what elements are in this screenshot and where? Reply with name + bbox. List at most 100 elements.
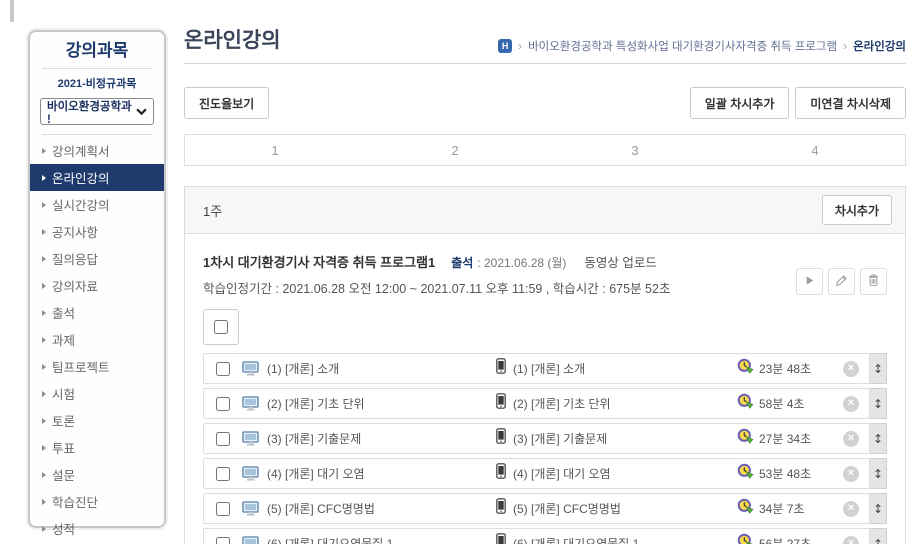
clock-icon [737,428,754,449]
mobile-group: (2) [개론] 기초 단위 [496,393,611,414]
mobile-lecture-title[interactable]: (1) [개론] 소개 [513,360,585,377]
pc-lecture-title[interactable]: (1) [개론] 소개 [267,360,339,377]
sidebar-item[interactable]: 질의응답 [30,245,164,272]
duration-text: 34분 7초 [759,500,804,517]
sidebar-item[interactable]: 토론 [30,407,164,434]
session-checkbox[interactable] [216,397,230,411]
week-page-number[interactable]: 2 [365,135,545,165]
pc-lecture-title[interactable]: (3) [개론] 기출문제 [267,430,361,447]
sidebar-item[interactable]: 성적 [30,515,164,542]
video-upload-label[interactable]: 동영상 업로드 [584,252,656,271]
session-row-box: (3) [개론] 기출문제 (3) [개론] 기출문제 [203,423,870,454]
lecture-actions [796,268,887,295]
drag-handle[interactable]: ↕ [870,458,887,489]
desktop-monitor-icon [242,536,260,544]
clock-icon [737,498,754,519]
week-body: 1차시 대기환경기사 자격증 취득 프로그램1 출석 : 2021.06.28 … [185,234,905,544]
sidebar-item[interactable]: 투표 [30,434,164,461]
unlink-icon[interactable]: × [843,501,859,517]
sidebar-item[interactable]: 시험 [30,380,164,407]
sidebar-item[interactable]: 과제 [30,326,164,353]
unlink-icon[interactable]: × [843,431,859,447]
page-title: 온라인강의 [184,24,281,54]
triangle-bullet-icon [42,175,46,181]
week-pagination: 1 2 3 4 [184,134,906,166]
week-page-number[interactable]: 4 [725,135,905,165]
delete-unlinked-session-button[interactable]: 미연결 차시삭제 [795,87,906,119]
drag-handle[interactable]: ↕ [870,493,887,524]
duration-text: 58분 4초 [759,395,804,412]
session-checkbox[interactable] [216,362,230,376]
learning-period-text: 학습인정기간 : 2021.06.28 오전 12:00 ~ 2021.07.1… [203,278,887,297]
home-icon[interactable]: H [498,39,512,53]
sidebar-item[interactable]: 공지사항 [30,218,164,245]
play-button[interactable] [796,268,823,295]
sidebar-item[interactable]: 강의계획서 [30,137,164,164]
edit-button[interactable] [828,268,855,295]
mobile-lecture-title[interactable]: (6) [개론] 대기오염물질 1 [513,535,639,544]
pc-lecture-title[interactable]: (6) [개론] 대기오염물질 1 [267,535,393,544]
session-row-box: (6) [개론] 대기오염물질 1 (6) [개론] 대기오염물질 1 [203,528,870,544]
sidebar-item-label: 팀프로젝트 [52,357,110,376]
week-section: 1주 차시추가 1차시 대기환경기사 자격증 취득 프로그램1 출석 : 202… [184,186,906,544]
session-checkbox[interactable] [216,502,230,516]
mobile-lecture-title[interactable]: (4) [개론] 대기 오염 [513,465,611,482]
select-all-checkbox[interactable] [214,320,228,334]
breadcrumb-program[interactable]: 바이오환경공학과 특성화사업 대기환경기사자격증 취득 프로그램 [528,38,837,54]
duration-text: 27분 34초 [759,430,811,447]
session-checkbox[interactable] [216,537,230,544]
mobile-lecture-title[interactable]: (2) [개론] 기초 단위 [513,395,611,412]
pc-lecture-title[interactable]: (4) [개론] 대기 오염 [267,465,365,482]
sidebar-item[interactable]: 학습진단 [30,488,164,515]
drag-handle[interactable]: ↕ [870,353,887,384]
drag-handle[interactable]: ↕ [870,423,887,454]
triangle-bullet-icon [42,445,46,451]
sidebar-item-label: 토론 [52,411,75,430]
mobile-group: (1) [개론] 소개 [496,358,585,379]
session-checkbox[interactable] [216,432,230,446]
week-page-number[interactable]: 3 [545,135,725,165]
pc-lecture-title[interactable]: (5) [개론] CFC명명법 [267,500,375,517]
session-checkbox[interactable] [216,467,230,481]
drag-handle[interactable]: ↕ [870,388,887,419]
clock-icon [737,463,754,484]
triangle-bullet-icon [42,472,46,478]
delete-button[interactable] [860,268,887,295]
sidebar-item-label: 실시간강의 [52,195,110,214]
sidebar-item-label: 공지사항 [52,222,98,241]
toolbar: 진도율보기 일괄 차시추가 미연결 차시삭제 [184,87,906,119]
week-page-number[interactable]: 1 [185,135,365,165]
sidebar-item[interactable]: 온라인강의 [30,164,164,191]
mobile-phone-icon [496,358,506,379]
sidebar-item[interactable]: 설문 [30,461,164,488]
clock-icon [737,358,754,379]
triangle-bullet-icon [42,526,46,532]
pc-lecture-title[interactable]: (2) [개론] 기초 단위 [267,395,365,412]
unlink-icon[interactable]: × [843,466,859,482]
sidebar-item[interactable]: 실시간강의 [30,191,164,218]
mobile-lecture-title[interactable]: (3) [개론] 기출문제 [513,430,607,447]
drag-handle[interactable]: ↕ [870,528,887,544]
unlink-icon[interactable]: × [843,361,859,377]
sidebar-item-label: 시험 [52,384,75,403]
clock-icon [737,393,754,414]
sidebar-item[interactable]: 출석 [30,299,164,326]
sidebar-item[interactable]: 팀프로젝트 [30,353,164,380]
mobile-lecture-title[interactable]: (5) [개론] CFC명명법 [513,500,621,517]
session-list: (1) [개론] 소개 (1) [개론] 소개 [203,353,887,544]
progress-view-button[interactable]: 진도율보기 [184,87,269,119]
sidebar-item-label: 질의응답 [52,249,98,268]
sidebar-item[interactable]: 강의자료 [30,272,164,299]
add-session-button[interactable]: 차시추가 [822,195,892,225]
toolbar-right-group: 일괄 차시추가 미연결 차시삭제 [690,87,906,119]
bulk-add-session-button[interactable]: 일괄 차시추가 [690,87,790,119]
session-row: (5) [개론] CFC명명법 (5) [개론] CFC명명법 [203,493,887,524]
mobile-phone-icon [496,393,506,414]
breadcrumb-separator: › [843,39,847,53]
unlink-icon[interactable]: × [843,536,859,544]
department-select[interactable]: 바이오환경공학과 ! [40,98,154,125]
duration-group: 34분 7초 [737,498,804,519]
clock-icon [737,533,754,544]
session-row: (6) [개론] 대기오염물질 1 (6) [개론] 대기오염물질 1 [203,528,887,544]
unlink-icon[interactable]: × [843,396,859,412]
